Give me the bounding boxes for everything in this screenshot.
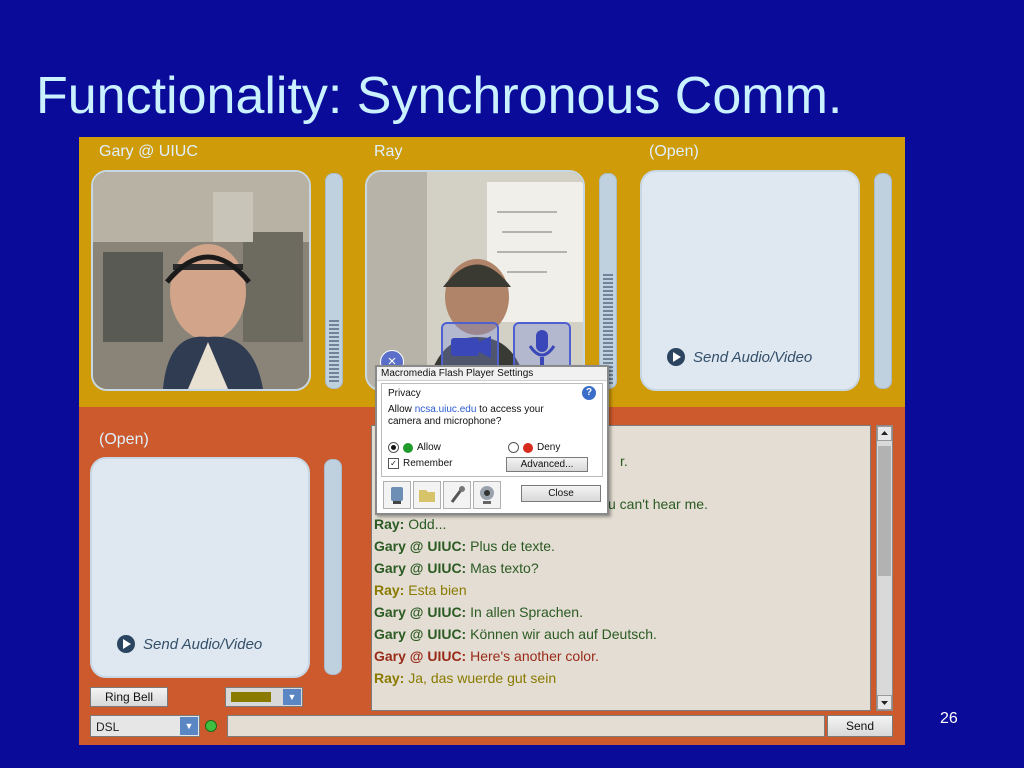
check-circle-icon [403,442,413,453]
audio-level-meter-open-2 [324,459,342,675]
send-audio-video-label-2: Send Audio/Video [143,635,263,653]
slide-title: Functionality: Synchronous Comm. [36,67,843,125]
conference-app: Gary @ UIUC Ray × (Open) Send Audio/Vide… [79,137,905,745]
chat-sender-name: Gary @ UIUC: [374,604,467,620]
audio-level-meter-gary [325,173,343,389]
webcam-icon [480,486,494,504]
open-video-slot-1: Send Audio/Video [640,170,860,391]
chat-message-text: Plus de texte. [466,538,555,554]
open-video-slot-2: Send Audio/Video [90,457,310,678]
chat-scrollbar[interactable] [876,425,893,711]
allow-label: Allow [417,442,441,453]
microphone-icon [450,486,465,503]
checkmark-icon: ✓ [388,458,399,469]
privacy-tab-icon[interactable] [383,481,411,509]
chat-sender-name: Ray: [374,670,405,686]
monitor-icon [391,487,403,504]
deny-radio[interactable]: Deny [508,442,560,453]
send-audio-video-label-1: Send Audio/Video [693,348,813,366]
chat-message-text: Ja, das wuerde gut sein [404,670,557,686]
radio-selected-icon [388,442,399,453]
chat-sender-name: Ray: [374,516,405,532]
scroll-thumb[interactable] [878,446,891,576]
privacy-prompt: Allow ncsa.uiuc.edu to access your [388,404,544,415]
slot-label-open-2: (Open) [99,431,149,448]
audio-level-fill-gary [329,320,339,384]
connection-status-indicator [205,720,217,732]
remember-label: Remember [403,458,453,469]
advanced-button[interactable]: Advanced... [506,457,588,472]
help-icon[interactable]: ? [582,386,596,400]
chevron-down-icon: ▼ [180,717,198,735]
chat-message-text: Here's another color. [466,648,599,664]
arrow-right-icon [117,635,135,653]
audio-level-meter-open-1 [874,173,892,389]
chat-message: Gary @ UIUC: Mas texto? [374,560,539,576]
chat-sender-name: Ray: [374,582,405,598]
no-entry-icon [523,442,533,453]
prompt-suffix: to access your [476,404,544,415]
remember-checkbox[interactable]: ✓ Remember [388,458,452,469]
slot-label-open-1: (Open) [649,143,699,160]
page-number: 26 [940,710,958,727]
send-audio-video-link-2[interactable]: Send Audio/Video [117,635,262,653]
message-input[interactable] [227,715,825,737]
chat-message-text: In allen Sprachen. [466,604,583,620]
chat-sender-name: Gary @ UIUC: [374,538,467,554]
microphone-icon [528,330,556,365]
send-button[interactable]: Send [827,715,893,737]
connection-type-select[interactable]: DSL ▼ [90,715,200,737]
slot-label-ray: Ray [374,143,403,160]
chat-sender-name: Gary @ UIUC: [374,648,467,664]
chat-sender-name: Gary @ UIUC: [374,626,467,642]
chat-message: Gary @ UIUC: Here's another color. [374,648,599,664]
arrow-down-icon [881,701,888,705]
chat-message-text: Esta bien [404,582,467,598]
ring-bell-button[interactable]: Ring Bell [90,687,168,707]
radio-empty-icon [508,442,519,453]
chat-message-text: Können wir auch auf Deutsch. [466,626,657,642]
audio-level-meter-ray [599,173,617,389]
chat-message: Gary @ UIUC: In allen Sprachen. [374,604,583,620]
chat-partial-line: r. [620,453,628,469]
arrow-right-icon [667,348,685,366]
chevron-down-icon: ▼ [283,689,301,705]
flash-settings-dialog: Macromedia Flash Player Settings Privacy… [375,365,609,515]
chat-message: Ray: Odd... [374,516,446,532]
video-camera-icon [451,336,491,358]
connection-type-value: DSL [96,720,120,734]
allow-radio[interactable]: Allow [388,442,441,453]
close-button[interactable]: Close [521,485,601,502]
chat-sender-name: Gary @ UIUC: [374,560,467,576]
camera-tab-icon[interactable] [473,481,501,509]
scroll-up-button[interactable] [877,426,892,441]
chat-partial-line: u can't hear me. [608,496,708,512]
chat-message: Ray: Esta bien [374,582,467,598]
send-audio-video-link-1[interactable]: Send Audio/Video [667,348,812,366]
prompt-prefix: Allow [388,404,415,415]
chat-message-text: Odd... [404,516,447,532]
video-feed-gary [91,170,311,391]
chat-message-text: Mas texto? [466,560,539,576]
deny-label: Deny [537,442,561,453]
chat-message: Gary @ UIUC: Plus de texte. [374,538,555,554]
slot-label-gary: Gary @ UIUC [99,143,198,160]
privacy-prompt-line2: camera and microphone? [388,416,502,427]
prompt-domain: ncsa.uiuc.edu [414,404,477,415]
privacy-panel: Privacy ? Allow ncsa.uiuc.edu to access … [381,383,603,477]
microphone-tab-icon[interactable] [443,481,471,509]
scroll-down-button[interactable] [877,695,892,710]
chat-message: Ray: Ja, das wuerde gut sein [374,670,556,686]
privacy-heading: Privacy [388,388,421,399]
webcam-image-gary [93,172,309,389]
text-color-picker[interactable]: ▼ [225,687,303,707]
dialog-title: Macromedia Flash Player Settings [377,367,607,381]
arrow-up-icon [881,431,888,435]
chat-message: Gary @ UIUC: Können wir auch auf Deutsch… [374,626,657,642]
storage-tab-icon[interactable] [413,481,441,509]
color-swatch [231,692,271,702]
folder-icon [419,490,435,502]
